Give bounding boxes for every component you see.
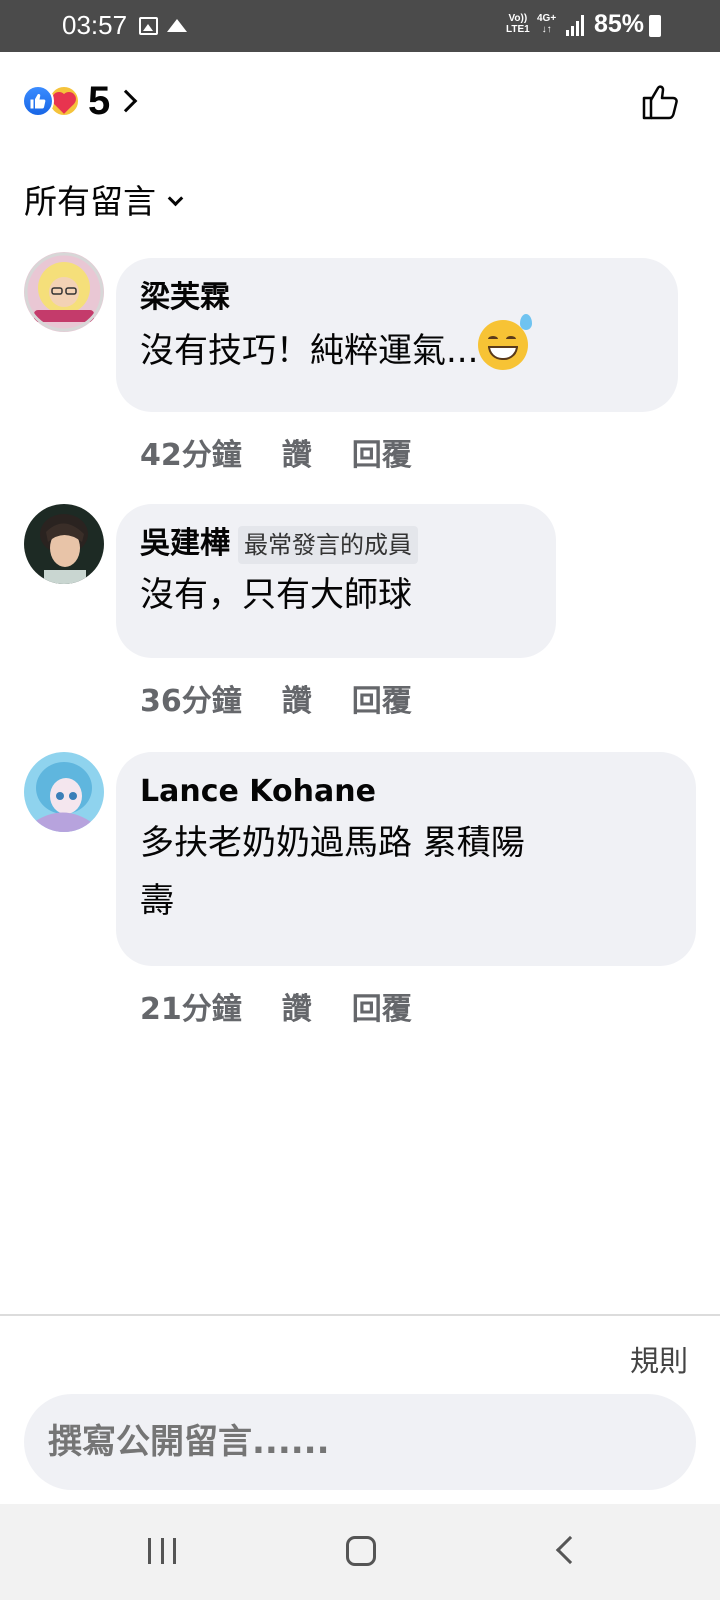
comment-author[interactable]: 吳建樺 <box>140 522 230 566</box>
network-type-text: 4G+ <box>537 13 557 24</box>
like-reaction-icon <box>22 85 54 117</box>
comment-like-button[interactable]: 讚 <box>282 430 312 474</box>
comment-text-line: 壽 <box>140 881 174 921</box>
avatar[interactable] <box>24 504 104 584</box>
reaction-count: 5 <box>88 79 111 123</box>
avatar[interactable] <box>24 252 104 332</box>
volte-indicator: Vo)) LTE1 <box>506 13 530 35</box>
comment-meta: 36分鐘 讚 回覆 <box>140 676 452 720</box>
recent-apps-icon[interactable] <box>148 1538 176 1564</box>
comment-reply-button[interactable]: 回覆 <box>352 984 412 1028</box>
network-indicator: 4G+ ↓↑ <box>537 13 556 35</box>
reactions-summary[interactable]: 5 <box>22 79 138 123</box>
status-time: 03:57 <box>62 10 128 40</box>
chevron-down-icon <box>167 190 184 206</box>
avatar-image <box>24 252 104 332</box>
grinning-sweat-emoji-icon <box>478 314 533 370</box>
gallery-icon <box>139 17 158 35</box>
comment-input[interactable] <box>48 1422 668 1462</box>
comment-filter-dropdown[interactable]: 所有留言 <box>24 178 184 226</box>
comment-author[interactable]: 梁芙霖 <box>140 276 230 320</box>
comment-bubble[interactable]: Lance Kohane 多扶老奶奶過馬路 累積陽 壽 <box>116 752 696 966</box>
avatar-image <box>24 752 104 832</box>
rules-link[interactable]: 規則 <box>630 1338 688 1380</box>
battery-icon <box>649 15 661 37</box>
status-bar: 03:57 Vo)) LTE1 4G+ ↓↑ 85% <box>0 0 720 52</box>
volte-bottom-text: LTE1 <box>506 24 530 35</box>
comment-text: 沒有，只有大師球 <box>140 575 412 615</box>
comment-bubble[interactable]: 梁芙霖 沒有技巧！純粹運氣... <box>116 258 678 412</box>
comment-reply-button[interactable]: 回覆 <box>352 430 412 474</box>
avatar-image <box>24 504 104 584</box>
home-icon[interactable] <box>346 1536 376 1566</box>
system-nav-bar <box>0 1504 720 1600</box>
comment-time: 21分鐘 <box>140 992 242 1027</box>
comment-time: 42分鐘 <box>140 438 242 473</box>
like-post-button[interactable] <box>638 80 682 124</box>
comment-bubble[interactable]: 吳建樺 最常發言的成員 沒有，只有大師球 <box>116 504 556 658</box>
volte-top-text: Vo)) <box>508 13 528 24</box>
comment-time: 36分鐘 <box>140 684 242 719</box>
top-contributor-badge: 最常發言的成員 <box>238 526 418 564</box>
battery-percent: 85% <box>594 10 645 38</box>
comment-meta: 42分鐘 讚 回覆 <box>140 430 452 474</box>
cloud-icon <box>167 19 187 32</box>
thumbs-up-icon <box>642 85 678 120</box>
divider <box>0 1314 720 1316</box>
network-arrows-text: ↓↑ <box>541 24 552 35</box>
comment-like-button[interactable]: 讚 <box>282 676 312 720</box>
back-icon[interactable] <box>555 1535 585 1565</box>
comment-text: 沒有技巧！純粹運氣... <box>140 314 654 380</box>
comment-like-button[interactable]: 讚 <box>282 984 312 1028</box>
signal-icon <box>566 14 586 36</box>
comment-text-line: 沒有技巧！純粹運氣... <box>140 331 479 371</box>
avatar[interactable] <box>24 752 104 832</box>
chevron-right-icon <box>114 89 138 113</box>
comment-text-line: 多扶老奶奶過馬路 累積陽 <box>140 823 525 863</box>
filter-label: 所有留言 <box>24 182 156 221</box>
comment-meta: 21分鐘 讚 回覆 <box>140 984 452 1028</box>
comment-composer[interactable] <box>24 1394 696 1490</box>
comment-reply-button[interactable]: 回覆 <box>352 676 412 720</box>
comment-author[interactable]: Lance Kohane <box>140 770 376 814</box>
